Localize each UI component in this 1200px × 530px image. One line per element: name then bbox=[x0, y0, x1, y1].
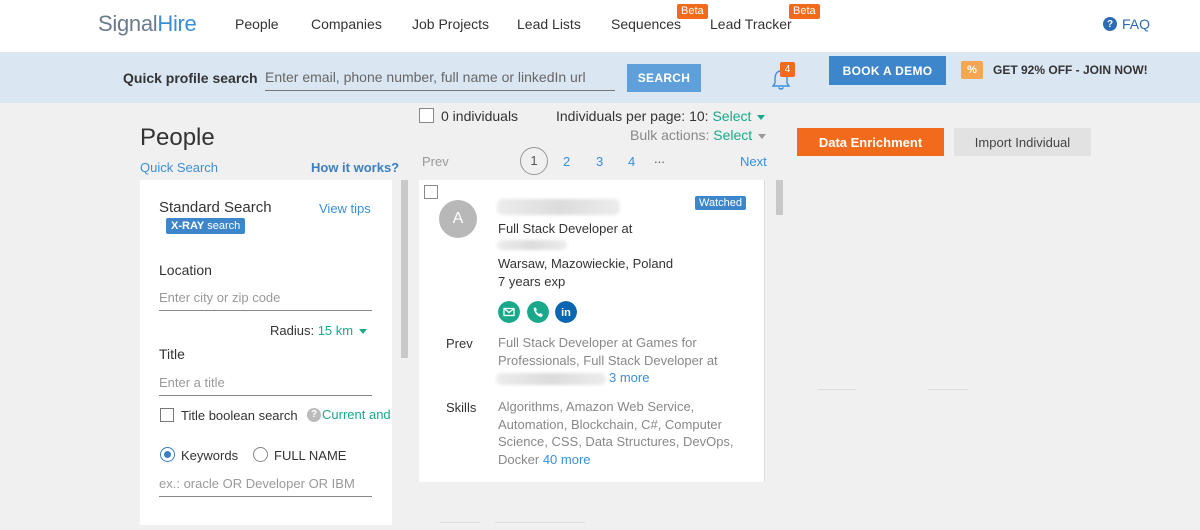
quick-search-link[interactable]: Quick Search bbox=[140, 160, 218, 175]
chevron-down-icon bbox=[359, 329, 368, 335]
current-and-past-select[interactable]: Current and P bbox=[322, 407, 392, 422]
pagination-ellipsis: ... bbox=[654, 151, 665, 166]
page-4-button[interactable]: 4 bbox=[628, 154, 635, 169]
data-enrichment-button[interactable]: Data Enrichment bbox=[797, 128, 944, 156]
how-it-works-link[interactable]: How it works? bbox=[311, 160, 399, 175]
svg-text:in: in bbox=[561, 307, 571, 319]
title-label: Title bbox=[159, 346, 185, 362]
top-navigation: SignalHire People Companies Job Projects… bbox=[0, 0, 1200, 52]
keywords-label: Keywords bbox=[181, 448, 239, 463]
keywords-radio[interactable] bbox=[160, 447, 175, 462]
divider bbox=[818, 389, 856, 390]
results-scrollbar[interactable] bbox=[776, 180, 783, 215]
nav-job-projects[interactable]: Job Projects bbox=[412, 16, 489, 32]
full-name-label: FULL NAME bbox=[274, 448, 347, 463]
location-label: Location bbox=[159, 262, 212, 278]
prev-positions: Full Stack Developer at Games for Profes… bbox=[498, 335, 718, 368]
nav-sequences[interactable]: Sequences bbox=[611, 16, 681, 32]
faq-link[interactable]: ? FAQ bbox=[1103, 16, 1150, 32]
title-input[interactable] bbox=[159, 370, 372, 396]
standard-search-title: Standard Search bbox=[159, 199, 272, 216]
divider bbox=[928, 389, 968, 390]
skills-more-link[interactable]: 40 more bbox=[543, 452, 591, 467]
import-individual-button[interactable]: Import Individual bbox=[954, 128, 1091, 156]
filters-scrollbar[interactable] bbox=[401, 180, 408, 358]
avatar: A bbox=[439, 200, 477, 238]
chevron-down-icon bbox=[757, 114, 766, 120]
book-demo-button[interactable]: BOOK A DEMO bbox=[829, 56, 946, 85]
profile-location: Warsaw, Mazowieckie, Poland bbox=[498, 256, 674, 271]
page-3-button[interactable]: 3 bbox=[596, 154, 603, 169]
signalhire-logo[interactable]: SignalHire bbox=[98, 11, 197, 37]
nav-people[interactable]: People bbox=[235, 16, 279, 32]
next-row-hint bbox=[440, 522, 480, 523]
page-title: People bbox=[140, 124, 215, 151]
question-icon: ? bbox=[1103, 17, 1117, 31]
next-row-hint bbox=[495, 522, 585, 523]
skills-label: Skills bbox=[446, 400, 477, 415]
quick-search-input[interactable] bbox=[265, 63, 615, 91]
page-2-button[interactable]: 2 bbox=[563, 154, 570, 169]
notification-count-badge: 4 bbox=[780, 62, 795, 77]
watched-badge: Watched bbox=[695, 196, 747, 210]
phone-icon[interactable] bbox=[527, 301, 549, 323]
prev-label: Prev bbox=[446, 336, 473, 351]
prev-page-button[interactable]: Prev bbox=[422, 154, 449, 169]
skills-list: Algorithms, Amazon Web Service, Automati… bbox=[498, 399, 734, 467]
linkedin-icon[interactable]: in bbox=[555, 301, 577, 323]
blurred-name bbox=[497, 199, 620, 215]
card-checkbox[interactable] bbox=[424, 185, 438, 199]
next-page-button[interactable]: Next bbox=[740, 154, 767, 169]
quick-search-bar: Quick profile search SEARCH 4 BOOK A DEM… bbox=[0, 52, 1200, 103]
full-name-radio[interactable] bbox=[253, 447, 268, 462]
result-card[interactable]: A Watched Full Stack Developer at Warsaw… bbox=[419, 180, 765, 482]
nav-lead-tracker[interactable]: Lead Tracker bbox=[710, 16, 792, 32]
title-boolean-label: Title boolean search bbox=[181, 408, 298, 423]
profile-experience: 7 years exp bbox=[498, 274, 566, 289]
sequences-beta-badge: Beta bbox=[677, 4, 708, 19]
view-tips-link[interactable]: View tips bbox=[319, 201, 371, 216]
chevron-down-icon bbox=[758, 133, 767, 139]
promo-link[interactable]: % GET 92% OFF - JOIN NOW! bbox=[961, 61, 1148, 79]
select-all-checkbox[interactable] bbox=[419, 108, 434, 123]
lead-tracker-beta-badge: Beta bbox=[789, 4, 820, 19]
keywords-input[interactable] bbox=[159, 471, 372, 497]
location-input[interactable] bbox=[159, 285, 372, 311]
individuals-count: 0 individuals bbox=[441, 108, 519, 124]
nav-lead-lists[interactable]: Lead Lists bbox=[517, 16, 581, 32]
search-filters-panel: Standard Search View tips X-RAY search L… bbox=[140, 180, 392, 525]
search-button[interactable]: SEARCH bbox=[627, 64, 701, 92]
title-boolean-checkbox[interactable] bbox=[160, 408, 174, 422]
blurred-prev-company bbox=[496, 373, 606, 385]
nav-companies[interactable]: Companies bbox=[311, 16, 382, 32]
discount-icon: % bbox=[961, 61, 983, 79]
prev-more-link[interactable]: 3 more bbox=[609, 369, 649, 387]
per-page-select[interactable]: Individuals per page: 10: Select bbox=[556, 108, 766, 124]
profile-title: Full Stack Developer at bbox=[498, 221, 633, 236]
help-icon[interactable]: ? bbox=[307, 408, 321, 422]
quick-search-label: Quick profile search bbox=[123, 70, 258, 86]
xray-search-badge[interactable]: X-RAY search bbox=[166, 218, 246, 234]
radius-select[interactable]: Radius: 15 km bbox=[270, 323, 368, 338]
email-icon[interactable] bbox=[498, 301, 520, 323]
bulk-actions-select[interactable]: Bulk actions: Select bbox=[630, 127, 767, 143]
blurred-company bbox=[497, 240, 567, 250]
page-1-button[interactable]: 1 bbox=[520, 147, 548, 175]
